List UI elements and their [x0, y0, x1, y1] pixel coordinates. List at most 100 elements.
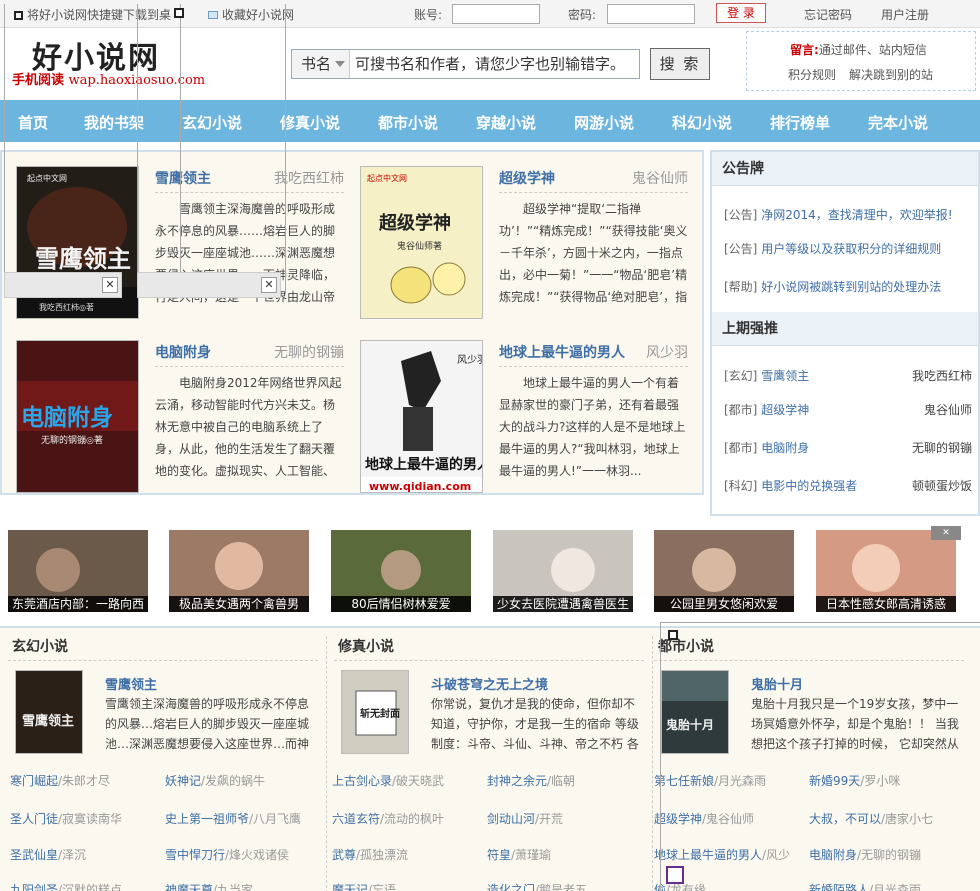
book-cover[interactable]: 斩无封面	[341, 670, 409, 754]
book-cover[interactable]: 地球上最牛逼的男人 风少羽 www.qidian.com	[360, 340, 483, 493]
register-link[interactable]: 用户注册	[881, 6, 929, 23]
nav-xiuzhen[interactable]: 修真小说	[280, 112, 340, 133]
book-title[interactable]: 雪鹰领主	[155, 168, 211, 188]
book-link[interactable]: 圣武仙皇/泽沉	[10, 846, 86, 863]
book-link[interactable]: 六道玄符/流动的枫叶	[332, 810, 444, 827]
frame-line	[660, 622, 980, 623]
close-icon[interactable]: ✕	[102, 277, 118, 293]
book-title[interactable]: 地球上最牛逼的男人	[499, 342, 625, 362]
book-link-author: /八月飞鹰	[249, 812, 302, 826]
nav-dushi[interactable]: 都市小说	[378, 112, 438, 133]
book-link[interactable]: 妖神记/发飙的蜗牛	[165, 772, 265, 789]
book-link[interactable]: 圣人门徒/寂寞读南华	[10, 810, 122, 827]
frame-line	[660, 622, 661, 891]
cover-title: 电脑附身	[21, 404, 113, 431]
book-link[interactable]: 九阳剑圣/沉默的糕点	[10, 881, 122, 891]
book-cover[interactable]: 起点中文网 超级学神 鬼谷仙师著	[360, 166, 483, 319]
fix-redirect-link[interactable]: 解决跳到别的站	[849, 66, 933, 83]
ranking-title-link[interactable]: 电影中的兑换强者	[761, 479, 857, 493]
cover-art: 起点中文网 超级学神 鬼谷仙师著	[361, 167, 482, 318]
forgot-password-link[interactable]: 忘记密码	[804, 6, 852, 23]
book-link[interactable]: 魔天记/忘语	[332, 881, 396, 891]
cover-title: 斩无封面	[360, 707, 400, 720]
nav-xuanhuan[interactable]: 玄幻小说	[182, 112, 242, 133]
book-title[interactable]: 超级学神	[499, 168, 555, 188]
announcement-item[interactable]: [帮助] 好小说网被跳转到别站的处理办法	[724, 278, 972, 295]
ranking-title-link[interactable]: 电脑附身	[761, 441, 809, 455]
book-link[interactable]: 大叔，不可以/唐家小七	[809, 810, 933, 827]
password-input[interactable]	[607, 4, 695, 24]
ad-banner[interactable]: 少女去医院遭遇禽兽医生	[493, 530, 633, 612]
search-button[interactable]: 搜 索	[650, 48, 710, 80]
account-label: 账号:	[414, 8, 443, 22]
nav-home[interactable]: 首页	[18, 112, 48, 133]
book-title[interactable]: 电脑附身	[155, 342, 211, 362]
ranking-item: [都市] 超级学神 鬼谷仙师	[724, 401, 972, 418]
book-description: 地球上最牛逼的男人一个有着显赫家世的豪门子弟，还有着最强大的战斗力?这样的人是不…	[499, 376, 686, 478]
announcement-text: 用户等级以及获取积分的详细规则	[761, 242, 942, 256]
book-cover[interactable]: 鬼胎十月	[661, 670, 729, 754]
account-input[interactable]	[452, 4, 540, 24]
points-rules-link[interactable]: 积分规则	[788, 66, 836, 83]
announcement-text: 好小说网被跳转到别站的处理办法	[761, 280, 942, 294]
book-link[interactable]: 超级学神/鬼谷仙师	[654, 810, 754, 827]
book-cover[interactable]: 雪鹰领主	[15, 670, 83, 754]
svg-text:起点中文网: 起点中文网	[367, 173, 407, 183]
book-link[interactable]: 武尊/孤独漂流	[332, 846, 408, 863]
ad-strip: 东莞酒店内部：一路向西 极品美女遇两个禽兽男 80后情侣树林爱爱 少女去医院遭遇…	[0, 526, 980, 618]
ranking-title-link[interactable]: 雪鹰领主	[761, 369, 809, 383]
book-link[interactable]: 剑动山河/开荒	[487, 810, 563, 827]
nav-wangyou[interactable]: 网游小说	[574, 112, 634, 133]
nav-bookshelf[interactable]: 我的书架	[84, 112, 144, 133]
ad-banner[interactable]: 公园里男女悠闲欢爱	[654, 530, 794, 612]
column-heading: 玄幻小说	[12, 639, 68, 655]
nav-ranking[interactable]: 排行榜单	[770, 112, 830, 133]
ad-banner[interactable]: 东莞酒店内部：一路向西	[8, 530, 148, 612]
column-book-title[interactable]: 鬼胎十月	[751, 674, 803, 693]
announcement-item[interactable]: [公告] 净网2014，查找清理中，欢迎举报!	[724, 206, 972, 223]
ranking-title-link[interactable]: 超级学神	[761, 403, 809, 417]
nav-completed[interactable]: 完本小说	[868, 112, 928, 133]
column-book-title[interactable]: 斗破苍穹之无上之境	[431, 674, 548, 693]
site-logo[interactable]: 好小说网 手机阅读 wap.haoxiaosuo.com	[8, 29, 250, 90]
ad-close-icon[interactable]: ✕	[931, 526, 961, 540]
right-sidebar: 公告牌 [公告] 净网2014，查找清理中，欢迎举报! [公告] 用户等级以及获…	[710, 150, 980, 516]
shortcut-download-link[interactable]: 将好小说网快捷键下载到桌	[14, 6, 171, 23]
book-link[interactable]: 封神之余元/临朝	[487, 772, 575, 789]
book-cover[interactable]: 电脑附身 无聊的钢镚◎著	[16, 340, 139, 493]
column-heading: 修真小说	[338, 639, 394, 655]
column-book-title[interactable]: 雪鹰领主	[105, 674, 157, 693]
ad-banner[interactable]: 80后情侣树林爱爱	[331, 530, 471, 612]
ad-banner[interactable]: 极品美女遇两个禽兽男	[169, 530, 309, 612]
nav-chuanyue[interactable]: 穿越小说	[476, 112, 536, 133]
book-link[interactable]: 符皇/萧瑾瑜	[487, 846, 551, 863]
favorite-link[interactable]: 收藏好小说网	[208, 6, 294, 23]
book-link-author: /朱郎才尽	[58, 774, 111, 788]
book-link[interactable]: 神魔天尊/九当家	[165, 881, 253, 891]
announcement-category: [帮助]	[724, 280, 758, 294]
book-link-author: /鹅是老五	[535, 883, 588, 891]
ad-banner[interactable]: 日本性感女郎高清诱惑	[816, 530, 956, 612]
book-link[interactable]: 地球上最牛逼的男人/风少	[654, 846, 790, 863]
book-link[interactable]: 造化之门/鹅是老五	[487, 881, 587, 891]
book-link[interactable]: 史上第一祖师爷/八月飞鹰	[165, 810, 301, 827]
book-link[interactable]: 雪中悍刀行/烽火戏诸侯	[165, 846, 289, 863]
divider	[8, 660, 318, 661]
divider	[334, 660, 644, 661]
book-link[interactable]: 新婚陌路人/月光森雨	[809, 881, 921, 891]
book-link[interactable]: 寒门崛起/朱郎才尽	[10, 772, 110, 789]
nav-kehuan[interactable]: 科幻小说	[672, 112, 732, 133]
close-icon[interactable]: ✕	[261, 277, 277, 293]
announcement-item[interactable]: [公告] 用户等级以及获取积分的详细规则	[724, 240, 972, 257]
book-link[interactable]: 电脑附身/无聊的钢镚	[809, 846, 921, 863]
book-link[interactable]: 第七任新娘/月光森雨	[654, 772, 766, 789]
book-link[interactable]: 新婚99天/罗小咪	[809, 772, 900, 789]
book-link-author: /破天晓武	[392, 774, 445, 788]
book-link-title: 地球上最牛逼的男人	[654, 848, 763, 862]
search-type-select[interactable]: 书名	[292, 50, 350, 78]
search-input[interactable]: 可搜书名和作者，请您少字也别输错字。	[350, 50, 638, 78]
book-link-title: 六道玄符	[332, 812, 381, 826]
cover-title: 雪鹰领主	[22, 713, 74, 729]
login-button[interactable]: 登 录	[716, 3, 766, 23]
book-link[interactable]: 上古剑心录/破天晓武	[332, 772, 444, 789]
